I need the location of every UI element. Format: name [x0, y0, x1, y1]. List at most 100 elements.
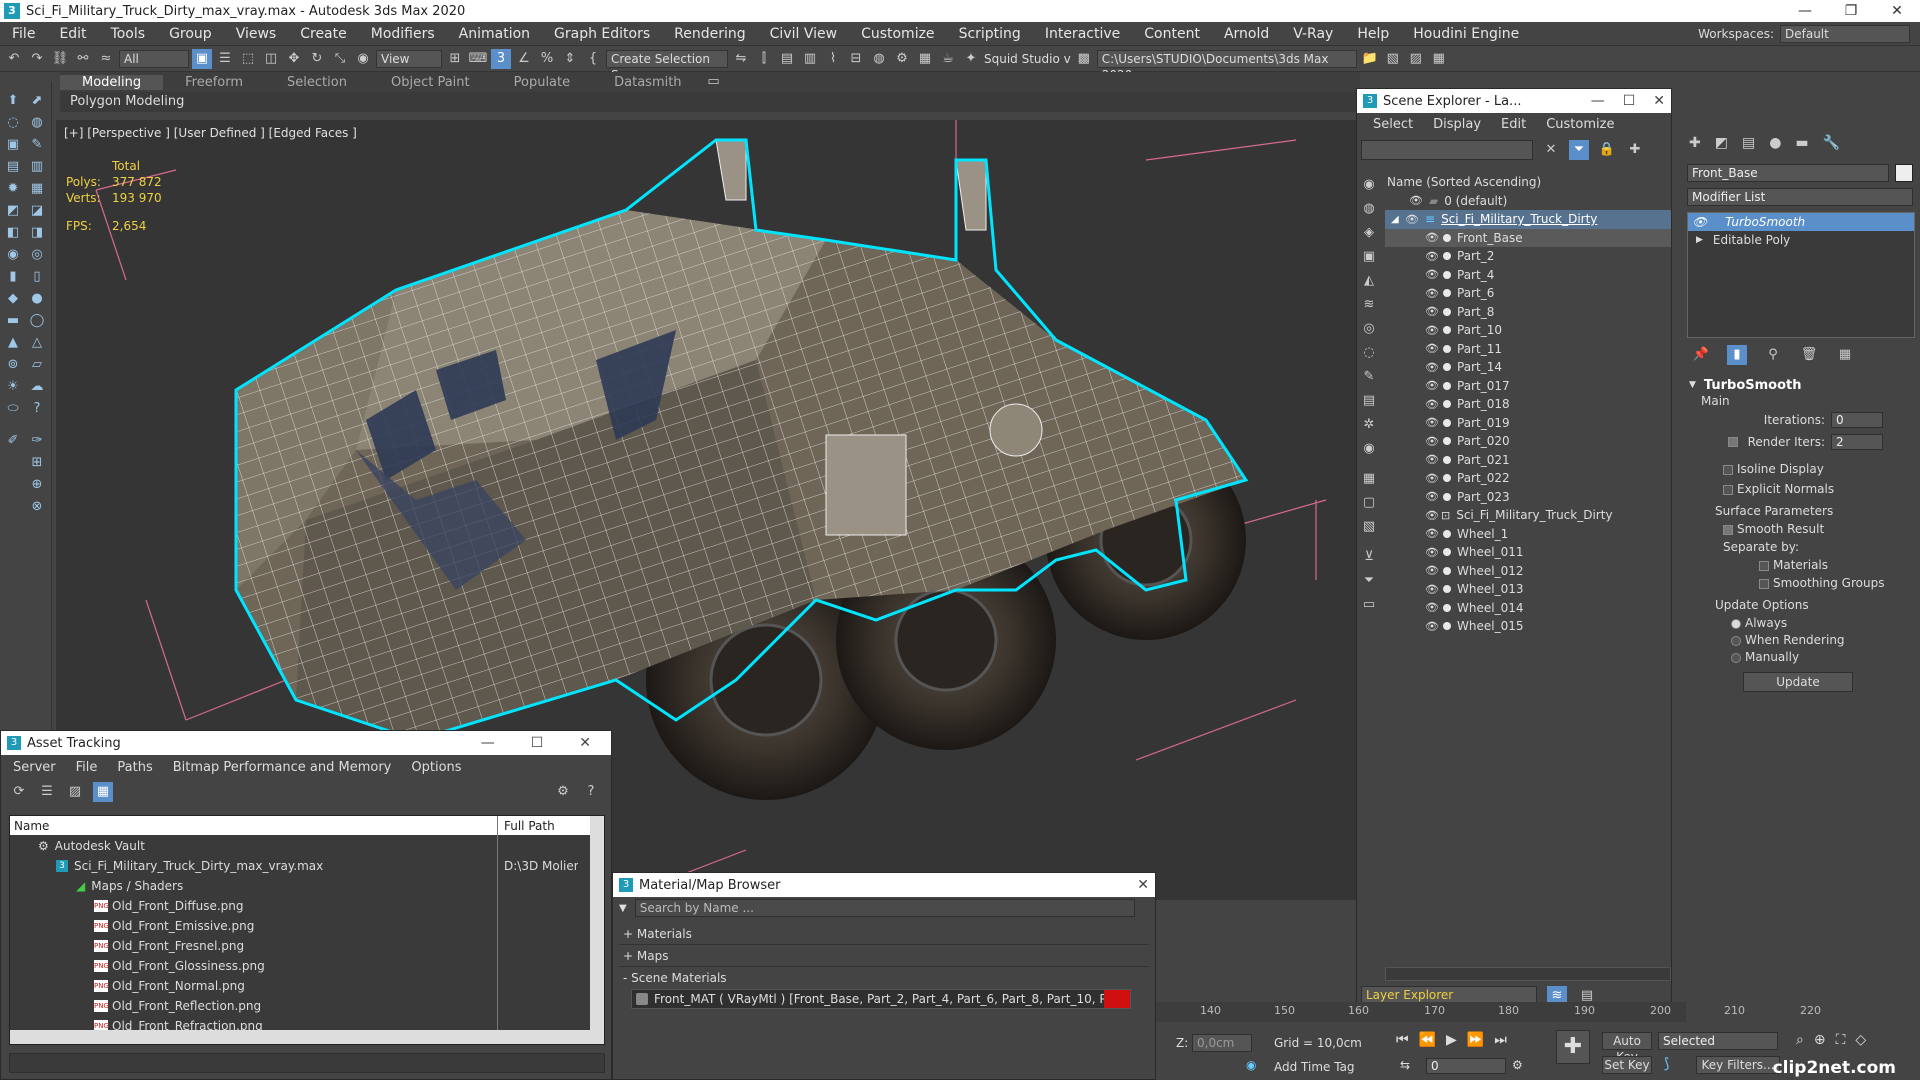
smooth-result-checkbox[interactable]	[1723, 524, 1733, 535]
scene-materials-section[interactable]: - Scene Materials	[619, 967, 1149, 989]
expand-triangle-icon[interactable]: ▶	[1696, 235, 1703, 245]
key-mode-icon[interactable]: ⇆	[1400, 1058, 1410, 1072]
previous-frame-icon[interactable]: ⏪	[1419, 1032, 1436, 1048]
rollout-collapse-icon[interactable]: ▼	[1689, 380, 1696, 390]
visibility-eye-icon[interactable]: 👁	[1425, 287, 1439, 300]
menu-modifiers[interactable]: Modifiers	[359, 26, 447, 42]
when-rendering-radio[interactable]	[1731, 635, 1741, 646]
isoline-display-checkbox[interactable]	[1723, 464, 1733, 475]
asset-horizontal-scrollbar[interactable]	[10, 1030, 604, 1044]
tree-row-part-14[interactable]: 👁 Part_14	[1385, 358, 1671, 377]
angle-snap-icon[interactable]: ∠	[514, 49, 534, 69]
maximize-icon[interactable]: ☐	[1623, 93, 1636, 109]
menu-graph-editors[interactable]: Graph Editors	[542, 26, 662, 42]
materials-section[interactable]: + Materials	[619, 923, 1149, 945]
minimize-icon[interactable]: —	[481, 735, 495, 751]
show-end-result-icon[interactable]: ▮	[1727, 345, 1747, 365]
visibility-eye-icon[interactable]: 👁	[1425, 564, 1439, 577]
smoothing-groups-checkbox[interactable]	[1759, 578, 1769, 589]
tree-column-header[interactable]: Name (Sorted Ascending)	[1385, 173, 1671, 192]
zoom-all-icon[interactable]: ⊕	[1814, 1032, 1826, 1048]
snap-tool-icon[interactable]: ⊕	[28, 476, 46, 494]
filter-b-icon[interactable]: ⏷	[1359, 571, 1379, 591]
tree-row-part-11[interactable]: 👁 Part_11	[1385, 340, 1671, 359]
bind-spacewarp-icon[interactable]: ≈	[96, 49, 116, 69]
remove-modifier-icon[interactable]: 🗑	[1799, 345, 1819, 365]
tree-row-part-021[interactable]: 👁 Part_021	[1385, 451, 1671, 470]
display-tool-icon[interactable]: ◎	[28, 246, 46, 264]
utilities-tab-icon[interactable]: 🔧	[1823, 135, 1840, 151]
at-menu-options[interactable]: Options	[401, 760, 471, 775]
visibility-eye-icon[interactable]: 👁	[1409, 194, 1423, 207]
iterations-spinner[interactable]: 0	[1831, 412, 1883, 428]
set-key-plus-icon[interactable]: ✚	[1556, 1030, 1590, 1064]
visibility-eye-icon[interactable]: 👁	[1425, 231, 1439, 244]
scale-icon[interactable]: ⤡	[330, 49, 350, 69]
menu-help[interactable]: Help	[1345, 26, 1401, 42]
visibility-eye-icon[interactable]: 👁	[1425, 342, 1439, 355]
paint-deform-icon[interactable]: ✐	[4, 432, 22, 450]
update-button[interactable]: Update	[1743, 672, 1853, 692]
se-search-input[interactable]	[1361, 140, 1533, 160]
motion-tool-icon[interactable]: ◉	[4, 246, 22, 264]
se-menu-edit[interactable]: Edit	[1491, 117, 1536, 132]
user-label[interactable]: Squid Studio v	[984, 52, 1071, 66]
at-menu-bitmap-performance[interactable]: Bitmap Performance and Memory	[163, 760, 402, 775]
clear-search-icon[interactable]: ✕	[1541, 140, 1561, 160]
tree-row-wheel-013[interactable]: 👁 Wheel_013	[1385, 580, 1671, 599]
menu-animation[interactable]: Animation	[447, 26, 542, 42]
selection-set-dropdown[interactable]: Create Selection Se	[606, 49, 728, 82]
display-groups-icon[interactable]: ◌	[1359, 343, 1379, 363]
key-selection-dropdown[interactable]: Selected	[1658, 1032, 1778, 1050]
zoom-icon[interactable]: ⌕	[1796, 1032, 1804, 1048]
lasso-tool-icon[interactable]: ◍	[28, 114, 46, 132]
asset-vertical-scrollbar[interactable]	[590, 816, 604, 1032]
workspace-dropdown[interactable]: Default	[1780, 25, 1910, 43]
menu-group[interactable]: Group	[157, 26, 224, 42]
visibility-eye-icon[interactable]: 👁	[1425, 509, 1439, 522]
asset-row-png[interactable]: PNG Old_Front_Fresnel.png	[10, 935, 590, 956]
project-folder-icon[interactable]: ▨	[1406, 49, 1426, 69]
tab-selection[interactable]: Selection	[265, 75, 369, 90]
torus-tool-icon[interactable]: ◯	[28, 312, 46, 330]
snaps-toggle-icon[interactable]: 3	[491, 48, 511, 69]
at-menu-paths[interactable]: Paths	[107, 760, 162, 775]
schematic-view-icon[interactable]: ⊟	[846, 49, 866, 69]
minimize-icon[interactable]: —	[1591, 93, 1605, 109]
sky-tool-icon[interactable]: ☁	[28, 378, 46, 396]
render-iters-checkbox[interactable]	[1727, 437, 1738, 447]
asset-row-maps[interactable]: ◢ Maps / Shaders	[10, 875, 590, 896]
cylinder-tool-icon[interactable]: ▬	[4, 312, 22, 330]
time-tag-icon[interactable]: ◉	[1246, 1058, 1256, 1072]
tree-row-part-023[interactable]: 👁 Part_023	[1385, 488, 1671, 507]
select-tool-icon[interactable]: ⬆	[4, 92, 22, 110]
go-to-start-icon[interactable]: ⏮	[1396, 1032, 1409, 1048]
maximize-icon[interactable]: ☐	[531, 735, 544, 751]
manually-radio[interactable]	[1731, 652, 1741, 663]
go-to-end-icon[interactable]: ⏭	[1494, 1032, 1507, 1048]
display-all-icon[interactable]: ◉	[1359, 175, 1379, 195]
display-frozen-icon[interactable]: ◉	[1359, 439, 1379, 459]
grid-tool-icon[interactable]: ⊞	[28, 454, 46, 472]
spinner-snap-icon[interactable]: ⇕	[560, 49, 580, 69]
visibility-eye-icon[interactable]: 👁	[1405, 213, 1419, 226]
set-key-button[interactable]: Set Key	[1602, 1056, 1652, 1074]
system-tool-icon[interactable]: ◧	[4, 224, 22, 242]
spacewarp-tool-icon[interactable]: ◪	[28, 202, 46, 220]
vault-connect-icon[interactable]: ⚙	[553, 782, 573, 802]
visibility-eye-icon[interactable]: 👁	[1425, 305, 1439, 318]
at-menu-file[interactable]: File	[66, 760, 108, 775]
tree-row-wheel-014[interactable]: 👁 Wheel_014	[1385, 599, 1671, 618]
visibility-eye-icon[interactable]: 👁	[1425, 546, 1439, 559]
graphite-icon[interactable]: ✑	[28, 432, 46, 450]
asset-row-png[interactable]: PNG Old_Front_Normal.png	[10, 975, 590, 996]
lock-icon[interactable]: 🔒	[1597, 140, 1617, 160]
menu-content[interactable]: Content	[1132, 26, 1212, 42]
asset-row-png[interactable]: PNG Old_Front_Emissive.png	[10, 915, 590, 936]
auto-key-button[interactable]: Auto Key	[1602, 1032, 1652, 1064]
selection-filter-dropdown[interactable]: All	[119, 49, 189, 68]
visibility-eye-icon[interactable]: 👁	[1425, 472, 1439, 485]
visibility-eye-icon[interactable]: 👁	[1425, 490, 1439, 503]
measure-tool-icon[interactable]: ⊗	[28, 498, 46, 516]
rect-selection-icon[interactable]: ⬚	[238, 49, 258, 69]
